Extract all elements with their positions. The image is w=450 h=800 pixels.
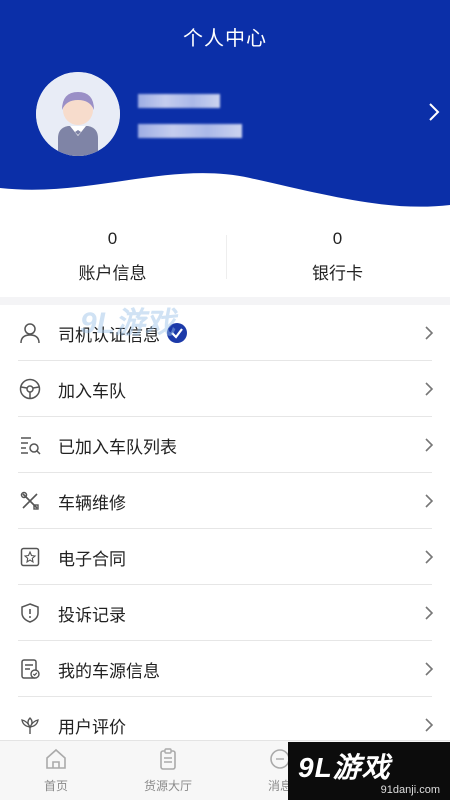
tools-icon bbox=[18, 489, 42, 513]
masked-phone bbox=[138, 124, 242, 138]
menu-item-e-contract[interactable]: 电子合同 bbox=[0, 529, 450, 585]
watermark-faint: 9L游戏 bbox=[80, 307, 176, 340]
menu-item-vehicle-repair[interactable]: 车辆维修 bbox=[0, 473, 450, 529]
account-info-label: 账户信息 bbox=[78, 264, 147, 283]
masked-username bbox=[138, 94, 220, 108]
tab-home[interactable]: 首页 bbox=[0, 741, 112, 800]
user-avatar-icon bbox=[36, 72, 120, 156]
chevron-right-icon bbox=[424, 437, 434, 458]
menu-item-label: 我的车源信息 bbox=[58, 661, 160, 681]
menu-item-label: 用户评价 bbox=[58, 717, 126, 737]
menu-list: 司机认证信息 加入车队 已加入车队列表 车辆维修 电子合同 投诉记录 我的车源信… bbox=[0, 305, 450, 753]
document-check-icon bbox=[18, 657, 42, 681]
menu-item-label: 车辆维修 bbox=[58, 493, 126, 513]
menu-item-my-cargo-info[interactable]: 我的车源信息 bbox=[0, 641, 450, 697]
menu-item-joined-fleet-list[interactable]: 已加入车队列表 bbox=[0, 417, 450, 473]
menu-item-join-fleet[interactable]: 加入车队 bbox=[0, 361, 450, 417]
profile-card[interactable] bbox=[36, 72, 446, 158]
shield-alert-icon bbox=[18, 601, 42, 625]
tab-label: 首页 bbox=[43, 779, 68, 793]
menu-item-label: 投诉记录 bbox=[58, 605, 126, 625]
list-search-icon bbox=[18, 433, 42, 457]
menu-item-label: 电子合同 bbox=[58, 549, 126, 569]
profile-header: 个人中心 bbox=[0, 0, 450, 215]
flower-icon bbox=[18, 713, 42, 737]
stats-divider bbox=[226, 235, 227, 279]
steering-wheel-icon bbox=[18, 377, 42, 401]
contract-icon bbox=[18, 545, 42, 569]
menu-item-driver-certification[interactable]: 司机认证信息 bbox=[0, 305, 450, 361]
chevron-right-icon bbox=[428, 102, 440, 127]
chevron-right-icon bbox=[424, 493, 434, 514]
watermark-logo: 9L游戏 91danji.com bbox=[288, 742, 450, 800]
clipboard-icon bbox=[112, 741, 224, 771]
chevron-right-icon bbox=[424, 549, 434, 570]
chevron-right-icon bbox=[424, 605, 434, 626]
chevron-right-icon bbox=[424, 325, 434, 346]
header-wave bbox=[0, 173, 450, 215]
chevron-right-icon bbox=[424, 661, 434, 682]
bank-card-label: 银行卡 bbox=[312, 264, 363, 283]
tab-cargo-hall[interactable]: 货源大厅 bbox=[112, 741, 224, 800]
home-icon bbox=[0, 741, 112, 771]
tab-label: 货源大厅 bbox=[143, 779, 192, 793]
bank-card-stat[interactable]: 0 银行卡 bbox=[225, 215, 450, 297]
chevron-right-icon bbox=[424, 717, 434, 738]
menu-item-label: 已加入车队列表 bbox=[58, 437, 177, 457]
page-title: 个人中心 bbox=[183, 28, 267, 50]
user-outline-icon bbox=[18, 321, 42, 345]
stats-bar: 0 账户信息 0 银行卡 bbox=[0, 215, 450, 297]
account-info-value: 0 bbox=[107, 229, 118, 248]
watermark-site: 91danji.com bbox=[380, 784, 440, 796]
account-info-stat[interactable]: 0 账户信息 bbox=[0, 215, 225, 297]
bank-card-value: 0 bbox=[332, 229, 343, 248]
menu-item-complaint-records[interactable]: 投诉记录 bbox=[0, 585, 450, 641]
watermark-text: 9L游戏 bbox=[298, 752, 391, 783]
menu-item-label: 加入车队 bbox=[58, 381, 126, 401]
chevron-right-icon bbox=[424, 381, 434, 402]
